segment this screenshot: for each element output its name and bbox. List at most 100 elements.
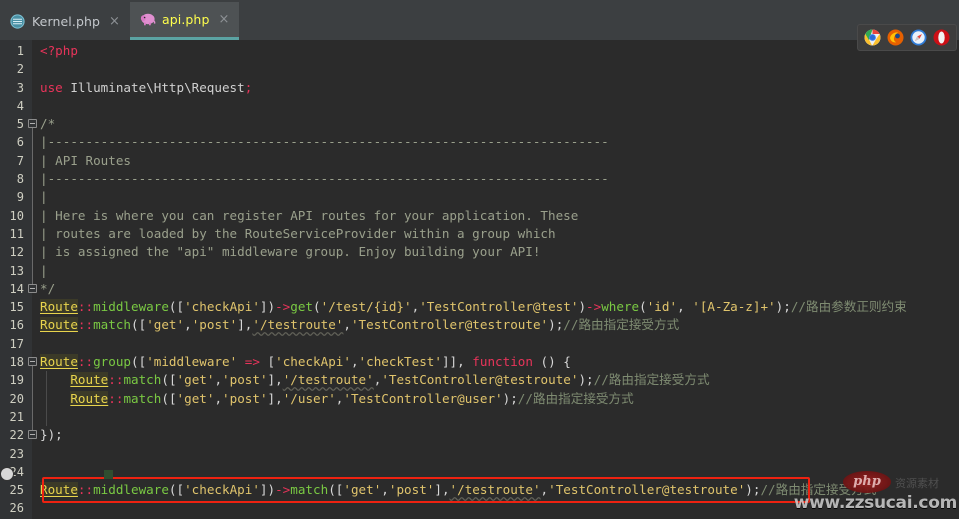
fold-toggle-icon[interactable]: [28, 430, 37, 440]
tab-kernel-php[interactable]: Kernel.php ×: [0, 2, 130, 40]
code-token: //路由指定接受方式: [517, 390, 634, 406]
code-token: ->: [275, 299, 291, 315]
code-content[interactable]: <?php use Illuminate\Http\Request; /* |--…: [40, 40, 959, 519]
line-number: 5: [16, 117, 24, 132]
line-number: 23: [9, 446, 24, 461]
code-token: (: [313, 299, 321, 315]
line-number: 17: [9, 336, 24, 351]
code-line[interactable]: Route::middleware(['checkApi'])->match([…: [40, 481, 959, 499]
line-number: 25: [9, 483, 24, 498]
line-number: 26: [9, 501, 24, 516]
code-line[interactable]: | API Routes: [40, 152, 959, 170]
fold-toggle-icon[interactable]: [28, 119, 37, 129]
line-number: 20: [9, 391, 24, 406]
editor-gutter[interactable]: 1 2 3 4 5 6 7 8 9 10 11 12 13 14 15 16 17 18 19 20 21 22 23 24 2…: [0, 40, 37, 519]
code-line[interactable]: use Illuminate\Http\Request;: [40, 79, 959, 97]
tab-label: Kernel.php: [32, 13, 101, 29]
code-token: 'post': [222, 390, 268, 406]
code-folding-column[interactable]: [26, 40, 40, 519]
code-token: '/test/{id}': [320, 299, 412, 315]
code-token: 'get': [176, 372, 215, 388]
code-line[interactable]: | is assigned the "api" middleware group…: [40, 243, 959, 261]
line-number: 22: [9, 428, 24, 443]
line-number: 21: [9, 409, 24, 424]
fold-toggle-icon[interactable]: [28, 283, 37, 293]
code-line[interactable]: | Here is where you can register API rou…: [40, 207, 959, 225]
code-token: );: [578, 372, 594, 388]
code-token: Route: [70, 390, 109, 406]
code-line[interactable]: /*: [40, 115, 959, 133]
firefox-icon[interactable]: [887, 29, 904, 46]
code-token: ->: [586, 299, 602, 315]
line-number: 11: [9, 226, 24, 241]
opera-icon[interactable]: [933, 29, 950, 46]
code-token: Route: [40, 317, 78, 333]
tab-close-icon[interactable]: ×: [107, 15, 122, 28]
code-token: 'post': [191, 317, 238, 333]
code-line[interactable]: Route::match(['get','post'],'/user','Tes…: [40, 390, 959, 408]
code-line[interactable]: [40, 335, 959, 353]
code-line[interactable]: Route::middleware(['checkApi'])->get('/t…: [40, 298, 959, 316]
code-line[interactable]: |---------------------------------------…: [40, 133, 959, 151]
code-line[interactable]: |---------------------------------------…: [40, 170, 959, 188]
code-token: ]): [259, 299, 276, 315]
tab-label: api.php: [161, 12, 210, 27]
code-token: });: [40, 427, 63, 443]
code-token: ([: [131, 354, 147, 370]
code-token: ]],: [441, 354, 473, 370]
code-line[interactable]: Route::match(['get','post'],'/testroute'…: [40, 371, 959, 389]
code-token: 'TestController@testroute': [350, 317, 549, 333]
code-token: ,: [214, 390, 223, 406]
code-token: 'TestController@testroute': [548, 482, 746, 498]
code-editor[interactable]: 1 2 3 4 5 6 7 8 9 10 11 12 13 14 15 16 17 18 19 20 21 22 23 24 2…: [0, 40, 959, 519]
code-token: 'middleware': [146, 354, 238, 370]
code-line[interactable]: [40, 97, 959, 115]
line-number: 3: [16, 80, 24, 95]
code-line[interactable]: Route::match(['get','post'],'/testroute'…: [40, 316, 959, 334]
code-token: 'post': [388, 482, 435, 498]
tab-api-php[interactable]: api.php ×: [129, 2, 240, 40]
line-number: 14: [9, 281, 24, 296]
code-line[interactable]: |: [40, 262, 959, 280]
code-token: '/testroute': [449, 482, 541, 498]
line-number: 18: [9, 355, 24, 370]
code-line[interactable]: Route::group(['middleware' => ['checkApi…: [40, 353, 959, 371]
code-line[interactable]: [40, 445, 959, 463]
code-token: 'get': [176, 390, 215, 406]
code-token: |---------------------------------------…: [40, 134, 609, 150]
browser-launch-tray[interactable]: [857, 24, 957, 51]
line-number: 15: [9, 300, 24, 315]
ide-window: Kernel.php × api.php × 1 2 3 4 5 6 7 8 9 10 11 12 13…: [0, 0, 959, 519]
code-line[interactable]: */: [40, 280, 959, 298]
fold-toggle-icon[interactable]: [28, 357, 37, 367]
code-token: ::: [77, 354, 94, 370]
tab-close-icon[interactable]: ×: [217, 13, 232, 26]
code-line[interactable]: [40, 60, 959, 78]
code-token: Route: [70, 372, 109, 388]
code-token: ::: [77, 482, 94, 498]
code-line[interactable]: });: [40, 426, 959, 444]
code-token: [: [259, 354, 276, 370]
code-token: ): [578, 299, 587, 315]
line-number-column: 1 2 3 4 5 6 7 8 9 10 11 12 13 14 15 16 17 18 19 20 21 22 23 24 2…: [0, 40, 26, 518]
php-file-icon: [10, 13, 25, 29]
code-line[interactable]: [40, 499, 959, 517]
code-token: () {: [532, 354, 571, 370]
code-token: ],: [237, 317, 253, 333]
code-token: 'checkApi': [275, 354, 351, 370]
code-line[interactable]: [40, 463, 959, 481]
code-line[interactable]: | routes are loaded by the RouteServiceP…: [40, 225, 959, 243]
code-line[interactable]: [40, 408, 959, 426]
code-token: 'get': [343, 482, 382, 498]
code-line[interactable]: |: [40, 188, 959, 206]
code-token: | routes are loaded by the RouteServiceP…: [40, 225, 556, 241]
line-number: 8: [16, 172, 24, 187]
fold-range-line: [32, 366, 33, 435]
safari-icon[interactable]: [910, 29, 927, 46]
chrome-icon[interactable]: [864, 29, 881, 46]
code-line[interactable]: <?php: [40, 42, 959, 60]
code-token: '/testroute': [282, 372, 374, 388]
code-token: );: [745, 482, 761, 498]
code-token: ,: [677, 299, 693, 315]
